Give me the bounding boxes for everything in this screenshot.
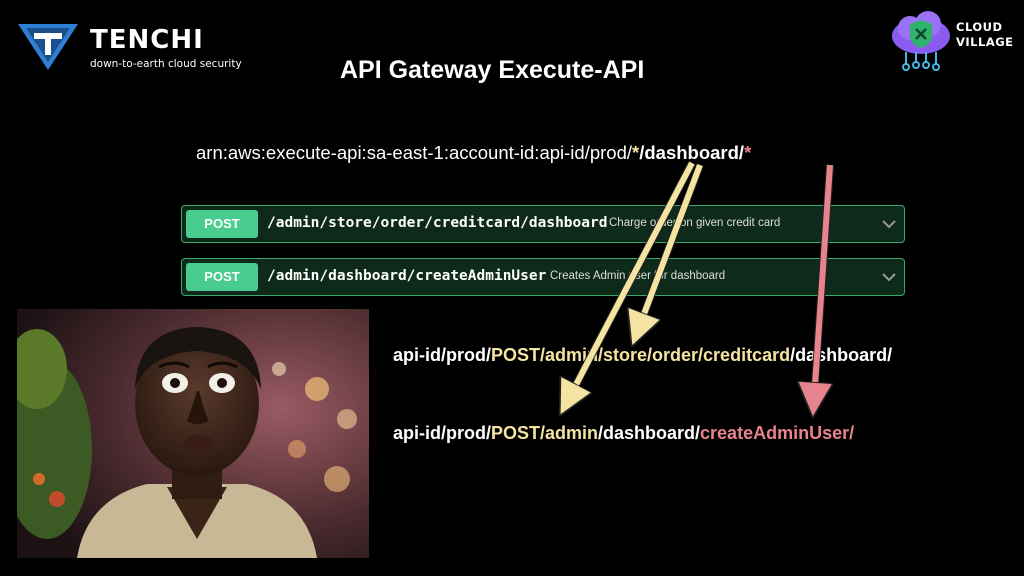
arn-prefix: arn:aws:execute-api:sa-east-1:account-id… bbox=[196, 142, 633, 163]
endpoint-row-createadminuser[interactable]: POST /admin/dashboard/createAdminUser Cr… bbox=[181, 258, 905, 296]
endpoint-description: Charge order on given credit card bbox=[609, 217, 781, 229]
arrow-method-to-store bbox=[638, 163, 704, 330]
tenchi-logo: TENCHI down-to-earth cloud security bbox=[18, 22, 258, 74]
endpoint-path: /admin/dashboard/createAdminUser bbox=[267, 268, 547, 284]
highlight-method-path: POST/admin bbox=[491, 423, 599, 443]
surprised-person-photo bbox=[17, 309, 369, 558]
arn-string: arn:aws:execute-api:sa-east-1:account-id… bbox=[196, 142, 751, 164]
chevron-down-icon[interactable] bbox=[882, 272, 896, 282]
highlight-suffix: createAdminUser/ bbox=[700, 423, 855, 443]
arn-wildcard-suffix: * bbox=[744, 142, 752, 163]
cloud-village-logo: CLOUD VILLAGE bbox=[888, 10, 1018, 74]
tenchi-tagline: down-to-earth cloud security bbox=[90, 58, 242, 70]
method-badge: POST bbox=[186, 210, 258, 238]
cloud-shield-icon bbox=[892, 11, 950, 71]
endpoint-description: Creates Admin user for dashboard bbox=[550, 270, 726, 282]
tenchi-triangle-icon bbox=[18, 24, 78, 70]
endpoint-path: /admin/store/order/creditcard/dashboard bbox=[267, 215, 608, 231]
endpoint-row-creditcard[interactable]: POST /admin/store/order/creditcard/dashb… bbox=[181, 205, 905, 243]
resource-path-createadminuser: api-id/prod/POST/admin/dashboard/createA… bbox=[393, 423, 855, 443]
cloud-village-line2: VILLAGE bbox=[956, 35, 1014, 49]
slide-title: API Gateway Execute-API bbox=[340, 56, 645, 84]
highlight-method-path: POST/admin/store/order/creditcard bbox=[491, 345, 791, 365]
chevron-down-icon[interactable] bbox=[882, 219, 896, 229]
resource-path-creditcard: api-id/prod/POST/admin/store/order/credi… bbox=[393, 345, 893, 365]
arn-dashboard: /dashboard/ bbox=[639, 142, 745, 163]
tenchi-name: TENCHI bbox=[90, 25, 204, 55]
cloud-village-line1: CLOUD bbox=[956, 20, 1003, 34]
method-badge: POST bbox=[186, 263, 258, 291]
